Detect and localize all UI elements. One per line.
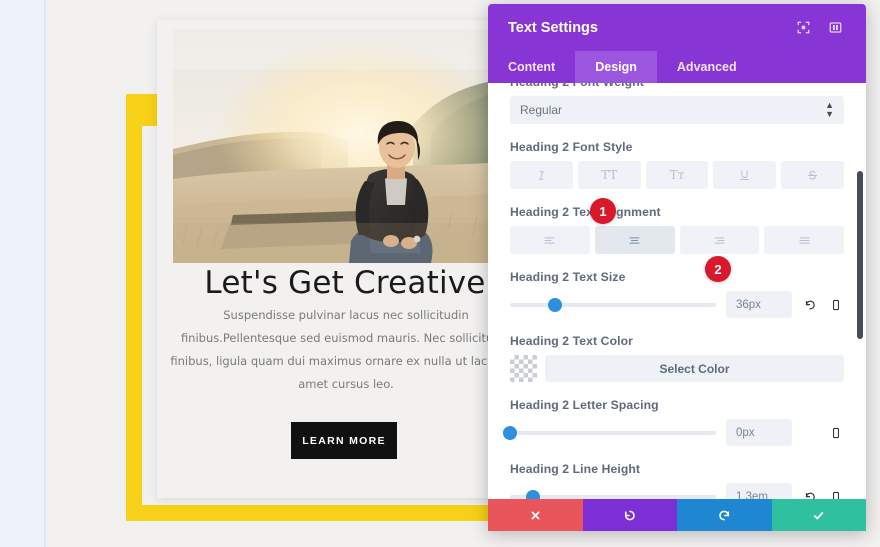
letter-spacing-slider-knob[interactable] [503,425,517,440]
cancel-button[interactable] [488,499,583,531]
tab-design[interactable]: Design [575,51,657,83]
field-text-size: Heading 2 Text Size 36px [510,270,844,318]
underline-icon[interactable] [713,161,777,189]
annotation-badge-1: 1 [590,198,616,224]
chevron-updown-icon: ▲ ▼ [825,100,834,119]
panel-scrollbar[interactable] [856,83,864,499]
text-alignment-label: Heading 2 Text Alignment [510,205,661,219]
focus-icon[interactable] [792,17,814,39]
close-icon [531,511,540,519]
text-size-slider[interactable] [510,297,716,312]
field-letter-spacing: Heading 2 Letter Spacing 0px [503,398,844,446]
italic-icon[interactable] [510,161,573,189]
undo-button[interactable] [582,499,677,531]
responsive-icon[interactable] [828,298,844,312]
letter-spacing-slider[interactable] [503,425,716,440]
smallcaps-glyph: Tᴛ [669,168,685,182]
text-size-input[interactable]: 36px [726,291,792,318]
browser-gutter-divider [44,0,46,547]
layout-toggle-icon[interactable] [824,17,846,39]
tab-advanced[interactable]: Advanced [657,51,757,83]
learn-more-button[interactable]: LEARN MORE [291,422,397,459]
check-icon [814,511,824,519]
text-size-label: Heading 2 Text Size [510,270,626,284]
responsive-icon[interactable] [828,490,844,499]
text-alignment-buttons [510,226,844,254]
letter-spacing-input[interactable]: 0px [726,419,792,446]
hero-heading: Let's Get Creative [204,265,486,301]
text-settings-modal: Text Settings Content Design Advanced Re… [488,4,866,531]
modal-title: Text Settings [508,19,598,36]
reset-icon[interactable] [802,298,818,312]
strikethrough-icon[interactable] [781,161,844,189]
font-weight-value: Regular [520,103,563,117]
text-size-slider-knob[interactable] [548,297,563,312]
align-center-icon[interactable] [594,226,675,254]
text-color-row: Select Color [510,355,844,382]
panel-scrollbar-thumb[interactable] [857,171,863,339]
save-button[interactable] [771,499,866,531]
align-left-icon[interactable] [510,226,590,254]
hero-paragraph: Suspendisse pulvinar lacus nec sollicitu… [170,308,522,391]
line-height-slider-row: 1.3em [510,483,844,499]
modal-tabs: Content Design Advanced [488,51,866,83]
font-style-label: Heading 2 Font Style [510,140,633,154]
modal-footer [488,499,866,531]
field-line-height: Heading 2 Line Height 1.3em [510,462,844,499]
select-color-button[interactable]: Select Color [545,355,844,382]
font-style-buttons: TT Tᴛ [510,161,844,189]
line-height-input[interactable]: 1.3em [726,483,792,499]
field-text-alignment: Heading 2 Text Alignment [510,205,844,254]
text-color-label: Heading 2 Text Color [510,334,633,348]
uppercase-icon[interactable]: TT [577,161,641,189]
modal-body: Heading 2 Font Weight Regular ▲▼ Heading… [488,83,866,499]
text-size-slider-row: 36px [510,291,844,318]
letter-spacing-label: Heading 2 Letter Spacing [510,398,659,412]
redo-icon [718,510,729,520]
uppercase-glyph: TT [601,168,618,182]
field-font-style: Heading 2 Font Style TT Tᴛ [510,140,844,189]
smallcaps-icon[interactable]: Tᴛ [645,161,709,189]
line-height-slider-knob[interactable] [525,489,540,499]
align-right-icon[interactable] [679,226,760,254]
color-swatch[interactable] [510,355,537,382]
align-justify-icon[interactable] [764,226,844,254]
line-height-slider[interactable] [510,489,716,499]
annotation-badge-2: 2 [705,256,731,282]
hero-image [173,29,532,263]
font-weight-select[interactable]: Regular ▲ ▼ [510,96,844,124]
field-font-weight: Heading 2 Font Weight Regular ▲▼ [510,83,844,124]
modal-header: Text Settings [488,4,866,51]
field-text-color: Heading 2 Text Color Select Color [510,334,844,382]
font-weight-label: Heading 2 Font Weight [510,83,844,89]
line-height-label: Heading 2 Line Height [510,462,641,476]
tab-content[interactable]: Content [488,51,575,83]
redo-button[interactable] [677,499,772,531]
undo-icon [625,510,636,520]
browser-left-gutter [0,0,44,547]
reset-icon[interactable] [802,490,818,499]
letter-spacing-slider-row: 0px [503,419,844,446]
responsive-icon[interactable] [828,426,844,440]
